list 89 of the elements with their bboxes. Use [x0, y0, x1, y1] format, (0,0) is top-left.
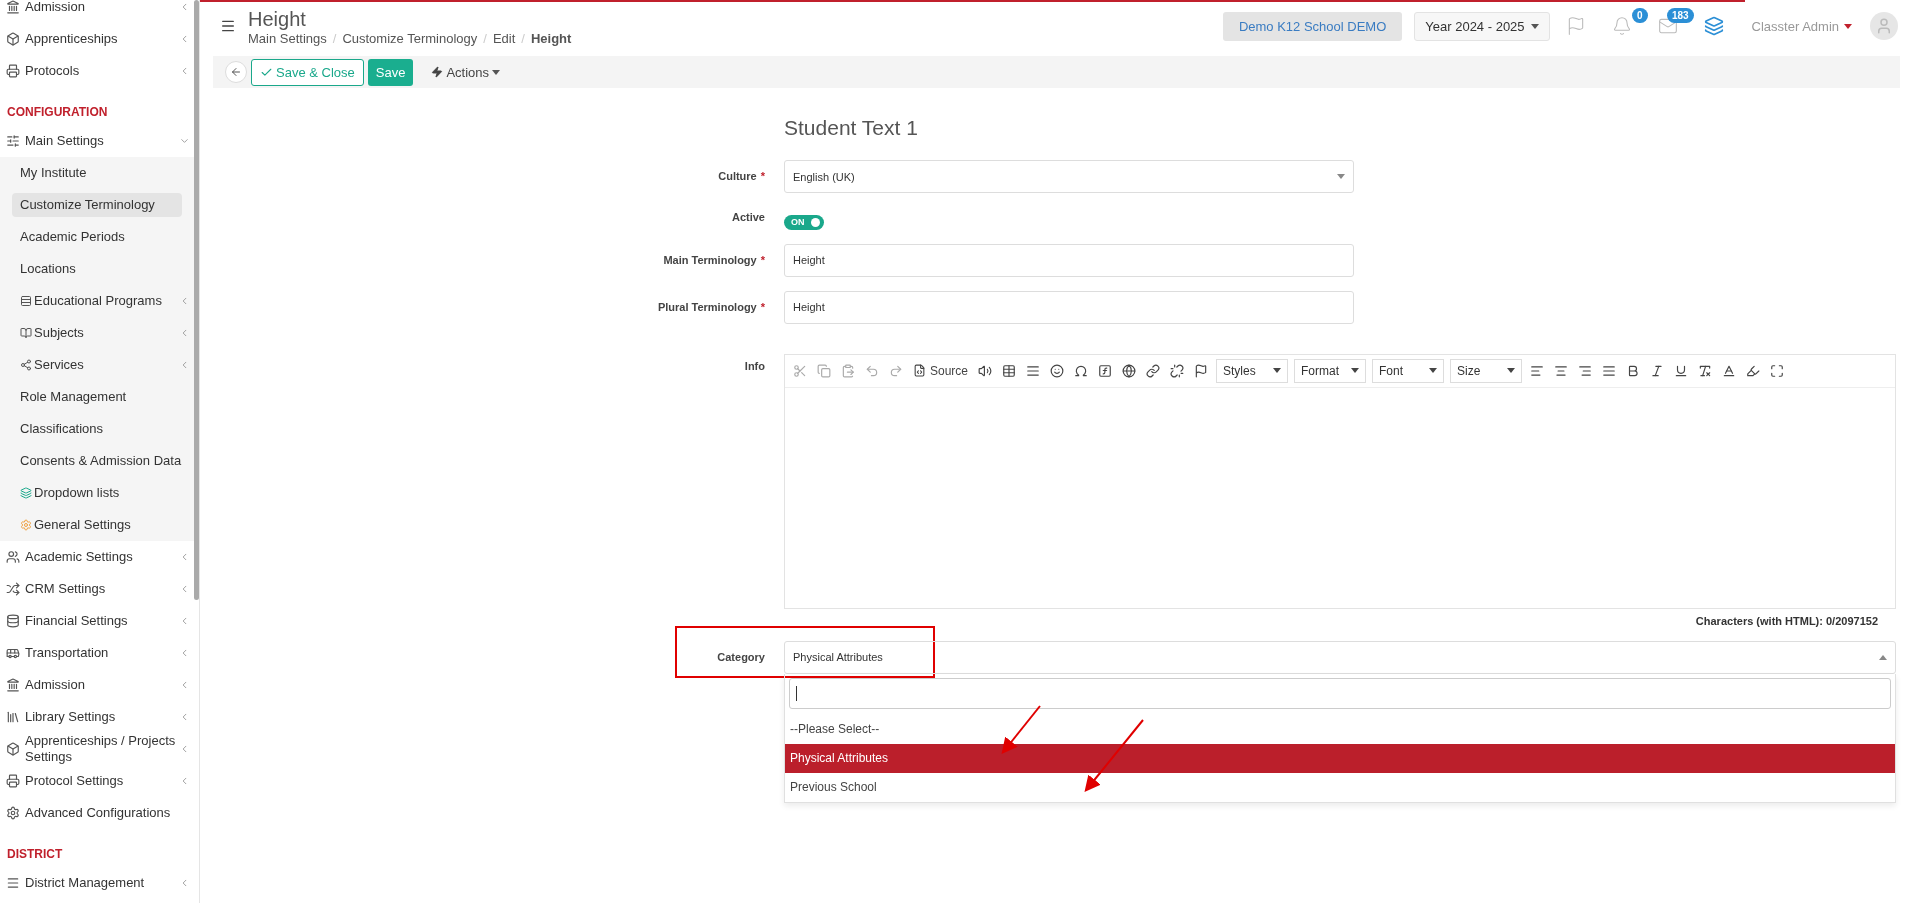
breadcrumb-separator: / — [332, 30, 337, 46]
culture-select[interactable]: English (UK) — [784, 160, 1354, 193]
sidebar-item[interactable]: Financial Settings — [0, 605, 194, 637]
menu-item-icon — [6, 806, 20, 820]
text-field[interactable]: Height — [784, 290, 1354, 324]
sidebar-item[interactable]: Admission — [0, 669, 194, 701]
submenu-item[interactable]: Locations — [0, 253, 194, 285]
sidebar-item[interactable]: Academic Settings — [0, 541, 194, 573]
menu-item-icon — [6, 646, 20, 660]
format-combo[interactable]: Font — [1372, 358, 1445, 383]
link-icon[interactable] — [1144, 361, 1163, 380]
submenu-item[interactable]: Academic Periods — [0, 221, 194, 253]
section-heading: CONFIGURATION — [6, 104, 109, 121]
avatar — [1870, 12, 1898, 40]
menu-item-icon — [6, 614, 20, 628]
submenu-icon — [20, 295, 32, 307]
sidebar-item[interactable]: District Management — [0, 867, 194, 899]
breadcrumb-item[interactable]: Main Settings — [248, 30, 327, 46]
unlink-icon[interactable] — [1168, 361, 1187, 380]
submenu-item[interactable]: Subjects — [0, 317, 194, 349]
field-label: Culture * — [717, 169, 765, 184]
field-label: Active — [730, 210, 765, 225]
menu-item-icon — [6, 710, 20, 724]
sidebar-item[interactable]: Main Settings — [0, 125, 194, 157]
lightning-icon — [431, 66, 444, 78]
category-select[interactable]: Physical Attributes — [784, 640, 1896, 674]
sidebar-item[interactable]: Library Settings — [0, 701, 194, 733]
breadcrumb-item: Height — [530, 30, 572, 46]
submenu-icon — [20, 359, 32, 371]
source-button[interactable]: Source — [911, 361, 971, 380]
text-field[interactable]: Height — [784, 243, 1354, 277]
sidebar-item[interactable]: CRM Settings — [0, 573, 194, 605]
menu-item-icon — [6, 134, 20, 148]
arrow-drawing — [1001, 705, 1041, 755]
page-title: Height — [248, 6, 307, 31]
sidebar-item[interactable]: Advanced Configurations — [0, 797, 194, 829]
submenu-icon — [20, 487, 32, 499]
menu-item-icon — [6, 742, 20, 756]
menu-item-icon — [6, 64, 20, 78]
submenu-item[interactable]: Services — [0, 349, 194, 381]
dropdown-option[interactable]: Previous School — [785, 772, 1895, 802]
dropdown-option[interactable]: Physical Attributes — [785, 743, 1895, 773]
submenu-item[interactable]: My Institute — [0, 157, 194, 189]
sidebar-item[interactable]: Transportation — [0, 637, 194, 669]
field-label: Plural Terminology * — [656, 299, 765, 315]
submenu-item[interactable]: Consents & Admission Data — [0, 445, 194, 477]
menu-icon[interactable] — [220, 18, 236, 34]
submenu-item[interactable]: Role Management — [0, 381, 194, 413]
menu-item-icon — [6, 550, 20, 564]
field-label: Category — [716, 649, 765, 665]
breadcrumb-separator: / — [521, 30, 525, 46]
search-field[interactable] — [789, 677, 1891, 709]
sidebar-item[interactable]: Protocol Settings — [0, 765, 194, 797]
submenu-icon — [20, 327, 32, 339]
character-count: Characters (with HTML): 0/2097152 — [1694, 613, 1879, 627]
school-button[interactable]: Demo K12 School DEMO — [1222, 11, 1403, 41]
submenu-icon — [20, 519, 32, 531]
sidebar-item[interactable]: Protocols — [0, 55, 194, 87]
menu-item-icon — [6, 32, 20, 46]
code-file-icon — [913, 364, 926, 377]
submenu-item[interactable]: Classifications — [0, 413, 194, 445]
submenu-item[interactable]: Dropdown lists — [0, 477, 194, 509]
breadcrumb-separator: / — [483, 30, 487, 46]
section-heading: DISTRICT — [6, 846, 64, 863]
breadcrumb-item[interactable]: Customize Terminology — [342, 30, 478, 46]
format-combo[interactable]: Styles — [1216, 358, 1289, 383]
year-dropdown[interactable]: Year 2024 - 2025 — [1414, 11, 1550, 41]
field-label: Main Terminology * — [662, 252, 765, 268]
format-combo[interactable]: Size — [1450, 358, 1523, 383]
submenu-item[interactable]: Educational Programs — [0, 285, 194, 317]
breadcrumb-item[interactable]: Edit — [492, 30, 516, 46]
sidebar-item[interactable]: Apprenticeships / Projects Settings — [0, 733, 194, 765]
stack-icon[interactable] — [1703, 16, 1724, 36]
arrow-left-icon — [230, 66, 242, 78]
dropdown-option[interactable]: --Please Select-- — [785, 714, 1895, 744]
menu-item-icon — [6, 582, 20, 596]
sidebar-item[interactable]: Apprenticeships — [0, 23, 194, 55]
menu-item-icon — [6, 0, 20, 14]
notification-badge: 0 — [1632, 8, 1648, 23]
menu-item-icon — [6, 678, 20, 692]
form-title: Student Text 1 — [784, 116, 919, 140]
actions-menu[interactable]: Actions — [425, 63, 507, 81]
menu-item-icon — [6, 774, 20, 788]
menu-item-icon — [6, 876, 20, 890]
field-label: Info — [743, 358, 765, 374]
sidebar-item[interactable]: Admission — [0, 0, 194, 23]
submenu-item[interactable]: General Settings — [0, 509, 194, 541]
message-badge: 183 — [1666, 8, 1694, 23]
format-combo[interactable]: Format — [1294, 358, 1367, 383]
